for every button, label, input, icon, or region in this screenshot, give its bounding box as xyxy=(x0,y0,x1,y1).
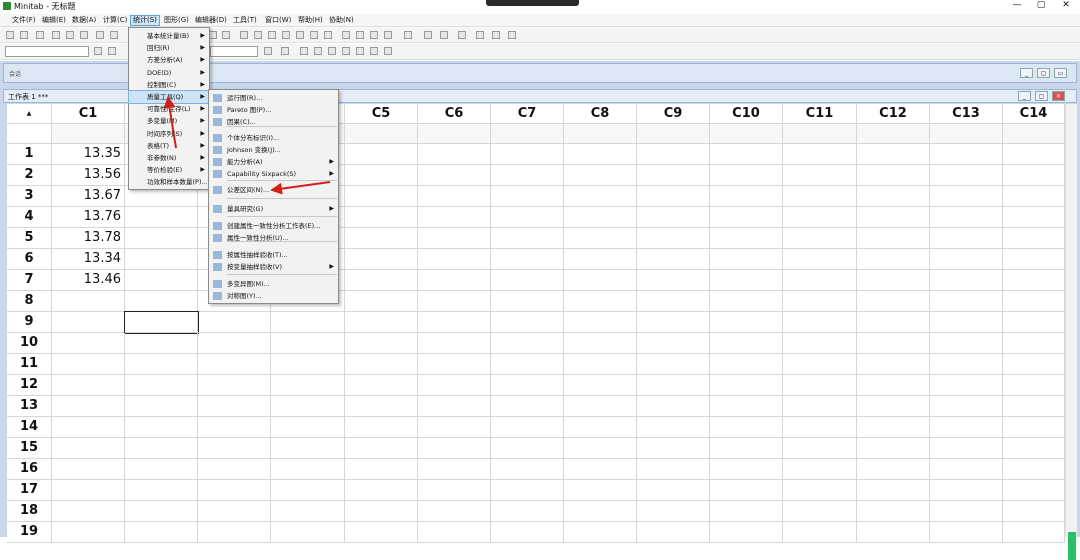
arrow-to-quality-tools xyxy=(163,96,177,149)
annotation-arrows xyxy=(163,96,331,195)
arrow-to-tolerance-interval xyxy=(270,181,331,195)
